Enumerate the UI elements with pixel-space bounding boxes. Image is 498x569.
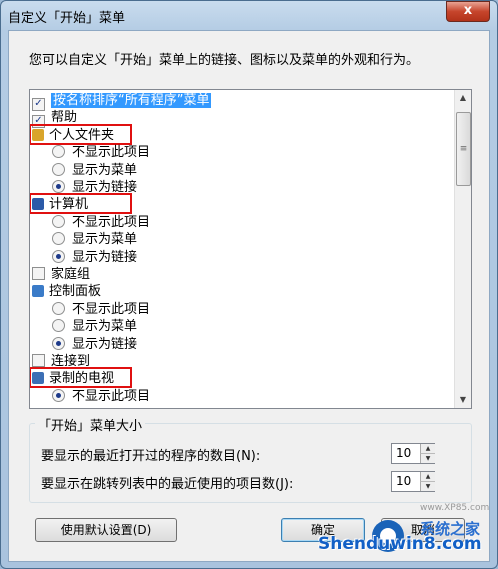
radio-option[interactable]: 显示为菜单 <box>52 162 137 179</box>
intro-text: 您可以自定义「开始」菜单上的链接、图标以及菜单的外观和行为。 <box>29 53 420 68</box>
highlight-box <box>30 367 132 389</box>
option-label: 不显示此项目 <box>72 388 151 404</box>
dialog-body: 您可以自定义「开始」菜单上的链接、图标以及菜单的外观和行为。 ✓ 按名称排序“所有… <box>8 30 490 562</box>
checkbox-option[interactable]: ✓ 按名称排序“所有程序”菜单 <box>32 92 212 111</box>
recent-programs-label: 要显示的最近打开过的程序的数目(N): <box>41 449 261 464</box>
checkbox-unchecked-icon[interactable] <box>32 354 45 367</box>
option-label: 显示为链接 <box>72 336 138 352</box>
watermark-text: Shenduwin8.com <box>318 534 482 554</box>
radio-selected-icon[interactable] <box>52 180 65 193</box>
start-menu-options-list[interactable]: ✓ 按名称排序“所有程序”菜单 ✓ 帮助 个人文件夹 不显示此项目 显示为菜单 显示为链接 计算… <box>29 89 472 409</box>
radio-unselected-icon[interactable] <box>52 232 65 246</box>
recent-programs-value[interactable]: 10 <box>396 446 411 460</box>
stepper-up-icon[interactable]: ▲ <box>420 472 435 481</box>
radio-option[interactable]: 显示为链接 <box>52 336 137 353</box>
use-default-settings-button[interactable]: 使用默认设置(D) <box>35 518 177 542</box>
radio-option[interactable]: 显示为菜单 <box>52 318 137 335</box>
radio-option[interactable]: 不显示此项目 <box>52 388 150 405</box>
radio-option[interactable]: 显示为链接 <box>52 249 137 266</box>
checkbox-unchecked-icon[interactable] <box>32 267 45 280</box>
option-label: 显示为菜单 <box>72 232 138 248</box>
title-bar: 自定义「开始」菜单 x <box>0 0 498 30</box>
radio-option[interactable]: 不显示此项目 <box>52 144 150 161</box>
scroll-up-icon[interactable]: ▲ <box>456 91 470 105</box>
stepper-down-icon[interactable]: ▼ <box>420 481 435 491</box>
radio-option[interactable]: 显示为菜单 <box>52 231 137 248</box>
option-label: 不显示此项目 <box>72 301 151 317</box>
option-label: 显示为链接 <box>72 249 138 265</box>
jump-list-label: 要显示在跳转列表中的最近使用的项目数(J): <box>41 477 294 492</box>
radio-selected-icon[interactable] <box>52 249 65 263</box>
radio-selected-icon[interactable] <box>52 336 65 350</box>
size-group-legend: 「开始」菜单大小 <box>35 415 146 434</box>
radio-unselected-icon[interactable] <box>52 214 65 228</box>
radio-unselected-icon[interactable] <box>52 301 65 315</box>
radio-option[interactable]: 不显示此项目 <box>52 301 150 318</box>
radio-option[interactable]: 不显示此项目 <box>52 214 150 231</box>
options-scrollbar[interactable]: ▲ ≡ ▼ <box>454 90 471 408</box>
option-group-header: 控制面板 <box>32 283 101 300</box>
option-label: 显示为菜单 <box>72 319 138 335</box>
window-title: 自定义「开始」菜单 <box>8 11 126 26</box>
scroll-thumb[interactable]: ≡ <box>456 112 471 186</box>
close-icon: x <box>463 3 473 18</box>
option-label: 不显示此项目 <box>72 145 151 161</box>
checkbox-option[interactable]: 家庭组 <box>32 266 90 283</box>
recent-programs-stepper[interactable]: 10 ▲ ▼ <box>391 443 435 464</box>
radio-selected-icon[interactable] <box>52 388 65 402</box>
option-label: 家庭组 <box>51 267 91 282</box>
jump-list-value[interactable]: 10 <box>396 474 411 488</box>
option-label: 按名称排序“所有程序”菜单 <box>51 93 212 108</box>
watermark-small-text: www.XP85.com <box>420 503 490 513</box>
option-label: 不显示此项目 <box>72 214 151 230</box>
stepper-down-icon[interactable]: ▼ <box>420 453 435 463</box>
highlight-box <box>30 123 132 145</box>
radio-unselected-icon[interactable] <box>52 319 65 333</box>
highlight-box <box>30 193 132 215</box>
control-panel-icon <box>32 285 44 298</box>
stepper-up-icon[interactable]: ▲ <box>420 444 435 453</box>
option-label: 控制面板 <box>49 284 102 300</box>
option-label: 显示为菜单 <box>72 162 138 178</box>
jump-list-stepper[interactable]: 10 ▲ ▼ <box>391 471 435 492</box>
radio-unselected-icon[interactable] <box>52 145 65 159</box>
radio-unselected-icon[interactable] <box>52 162 65 176</box>
close-button[interactable]: x <box>446 1 490 22</box>
scroll-down-icon[interactable]: ▼ <box>456 393 470 407</box>
